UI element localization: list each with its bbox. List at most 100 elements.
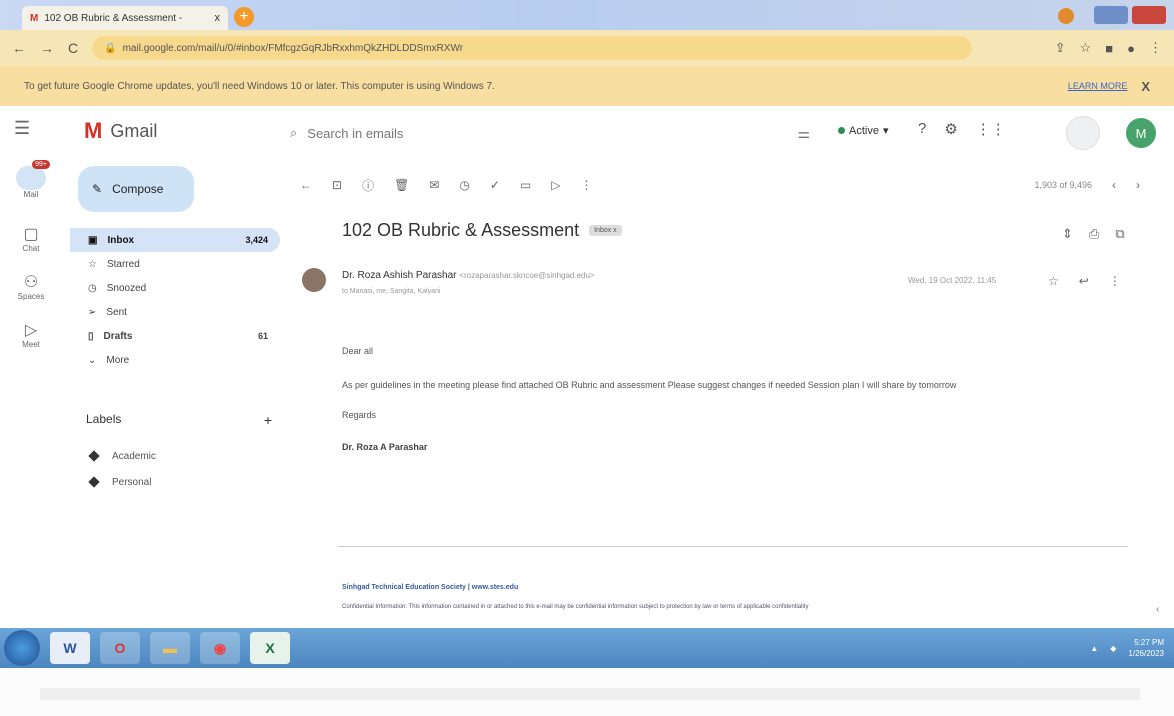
volume-icon[interactable]: ◆ — [1110, 644, 1116, 653]
nav-inbox-label: Inbox — [107, 234, 135, 246]
browser-menu-icon[interactable]: ⋮ — [1149, 40, 1162, 56]
reload-icon[interactable]: C — [68, 40, 78, 56]
rail-mail[interactable]: 99+ Mail — [8, 160, 54, 199]
side-panel-toggle-icon[interactable]: ‹ — [1156, 604, 1159, 615]
back-arrow-icon[interactable]: ← — [300, 178, 312, 192]
url-bar[interactable]: 🔒 mail.google.com/mail/u/0/#inbox/FMfcgz… — [92, 36, 973, 60]
archive-icon[interactable]: ⊡ — [332, 178, 342, 192]
prev-icon[interactable]: ‹ — [1112, 178, 1116, 192]
new-tab-button[interactable]: + — [234, 7, 254, 27]
update-infobar: To get future Google Chrome updates, you… — [0, 66, 1174, 106]
expand-all-icon[interactable]: ⇕ — [1062, 226, 1073, 242]
search-options-icon[interactable]: ⚌ — [797, 125, 810, 142]
report-spam-icon[interactable]: ⓘ — [362, 177, 374, 194]
mail-icon: 99+ — [16, 160, 50, 190]
more-vert-icon[interactable]: ⋮ — [1109, 274, 1121, 288]
star-icon[interactable]: ☆ — [1048, 274, 1059, 288]
recipients[interactable]: to Manasi, me, Sangita, Kalyani — [342, 288, 440, 295]
snooze-icon[interactable]: ◷ — [459, 178, 469, 192]
extensions-icon[interactable]: ■ — [1105, 41, 1113, 56]
tab-close-icon[interactable]: x — [215, 12, 221, 24]
folder-nav: ▣ Inbox 3,424 ☆ Starred ◷ Snoozed ➢ Sent… — [70, 228, 280, 372]
nav-snoozed-label: Snoozed — [106, 282, 147, 294]
gmail-logo[interactable]: M Gmail — [84, 118, 157, 144]
tab-title: 102 OB Rubric & Assessment - — [44, 12, 183, 24]
help-icon[interactable]: ? — [918, 120, 926, 138]
nav-drafts[interactable]: ▯ Drafts 61 — [70, 324, 280, 348]
nav-snoozed[interactable]: ◷ Snoozed — [70, 276, 280, 300]
sender-email: <rozaparashar.skncoe@sinhgad.edu> — [459, 271, 595, 280]
opera-icon[interactable]: O — [100, 632, 140, 664]
profile-icon[interactable] — [1058, 8, 1074, 24]
rail-chat[interactable]: ▢ Chat — [8, 224, 54, 253]
meet-icon: ▷ — [24, 322, 38, 339]
pencil-icon: ✎ — [92, 182, 103, 196]
header-actions: ? ⚙ ⋮⋮ — [918, 120, 1006, 138]
nav-sent[interactable]: ➢ Sent — [70, 300, 280, 324]
more-vert-icon[interactable]: ⋮ — [581, 178, 593, 192]
reply-icon[interactable]: ↩ — [1079, 274, 1089, 288]
status-selector[interactable]: Active ▾ — [838, 124, 889, 137]
label-icon[interactable]: ▷ — [551, 178, 560, 192]
add-label-button[interactable]: + — [264, 412, 272, 428]
inbox-label-chip[interactable]: Inbox x — [589, 225, 622, 236]
search-input[interactable]: Search in emails — [307, 126, 403, 141]
back-icon[interactable]: ← — [12, 40, 26, 56]
clock-icon: ◷ — [88, 282, 97, 294]
profile-avatar-icon[interactable]: ● — [1127, 41, 1135, 56]
word-icon[interactable]: W — [50, 632, 90, 664]
forward-icon[interactable]: → — [40, 40, 54, 56]
browser-tab[interactable]: M 102 OB Rubric & Assessment - x — [22, 6, 228, 30]
label-personal-name: Personal — [112, 476, 152, 488]
sender-name: Dr. Roza Ashish Parashar — [342, 270, 457, 281]
nav-more[interactable]: ⌄ More — [70, 348, 280, 372]
learn-more-link[interactable]: LEARN MORE — [1068, 81, 1128, 91]
print-icon[interactable]: ⎙ — [1089, 226, 1099, 242]
start-button[interactable] — [4, 630, 40, 666]
app-name: Gmail — [110, 120, 158, 141]
url-text: mail.google.com/mail/u/0/#inbox/FMfcgzGq… — [122, 42, 464, 54]
chat-icon: ▢ — [23, 226, 39, 243]
nav-starred[interactable]: ☆ Starred — [70, 252, 280, 276]
rail-chat-label: Chat — [22, 244, 40, 253]
infobar-close-icon[interactable]: X — [1141, 79, 1150, 94]
chrome-icon[interactable]: ◉ — [200, 632, 240, 664]
move-to-icon[interactable]: ▭ — [520, 178, 531, 192]
excel-icon[interactable]: X — [250, 632, 290, 664]
close-window-button[interactable] — [1132, 6, 1166, 24]
bookmark-star-icon[interactable]: ☆ — [1080, 40, 1092, 56]
search-icon[interactable]: ⌕ — [290, 125, 297, 141]
pager-text: 1,903 of 9,496 — [1034, 180, 1092, 190]
inbox-count: 3,424 — [245, 235, 268, 245]
label-academic-name: Academic — [112, 450, 156, 462]
mark-unread-icon[interactable]: ✉ — [429, 178, 439, 192]
main-menu-icon[interactable]: ☰ — [14, 118, 30, 139]
gmail-m-icon: M — [84, 118, 103, 143]
nav-inbox[interactable]: ▣ Inbox 3,424 — [70, 228, 280, 252]
search-bar[interactable]: ⌕ Search in emails ⚌ — [290, 116, 810, 150]
account-avatar[interactable]: M — [1126, 118, 1156, 148]
open-new-window-icon[interactable]: ⧉ — [1115, 226, 1124, 242]
delete-icon[interactable]: 🗑 — [394, 178, 409, 192]
label-academic[interactable]: Academic — [88, 446, 156, 466]
add-task-icon[interactable]: ✓ — [490, 178, 500, 192]
organization-footer[interactable]: Sinhgad Technical Education Society | ww… — [342, 584, 518, 591]
clock[interactable]: 5:27 PM 1/26/2023 — [1128, 637, 1164, 659]
network-icon[interactable]: ▲ — [1090, 644, 1098, 653]
organization-logo[interactable] — [1066, 116, 1100, 150]
share-icon[interactable]: ⇪ — [1055, 40, 1066, 56]
minimize-button[interactable] — [1094, 6, 1128, 24]
system-tray: ▲ ◆ 5:27 PM 1/26/2023 — [1090, 637, 1174, 659]
apps-grid-icon[interactable]: ⋮⋮ — [976, 120, 1006, 138]
nav-sent-label: Sent — [106, 306, 127, 318]
email-greeting: Dear all — [342, 346, 374, 356]
rail-meet[interactable]: ▷ Meet — [8, 320, 54, 349]
background-strip — [40, 688, 1140, 700]
sender-avatar[interactable] — [302, 268, 326, 292]
next-icon[interactable]: › — [1136, 178, 1140, 192]
compose-button[interactable]: ✎ Compose — [78, 166, 194, 212]
folder-icon[interactable]: ▬ — [150, 632, 190, 664]
rail-spaces[interactable]: ⚇ Spaces — [8, 272, 54, 301]
label-personal[interactable]: Personal — [88, 472, 152, 492]
settings-icon[interactable]: ⚙ — [944, 120, 957, 138]
